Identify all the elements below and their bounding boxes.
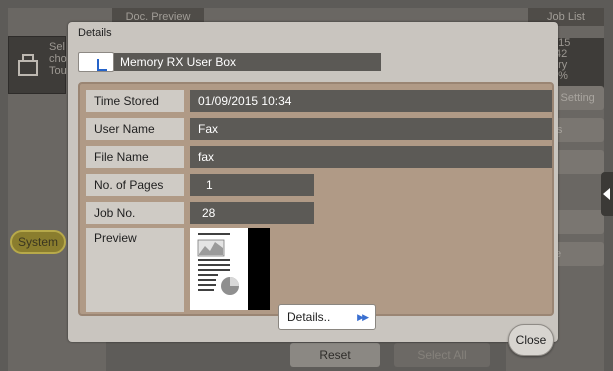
message-area: Sel cho Tou <box>8 36 67 94</box>
message-line: Sel <box>49 41 65 53</box>
user-box-icon <box>18 54 38 76</box>
box-name-field: Memory RX User Box <box>114 53 381 71</box>
select-all-button[interactable]: Select All <box>394 343 490 367</box>
pages-label: No. of Pages <box>86 174 184 196</box>
time-stored-label: Time Stored <box>86 90 184 112</box>
job-no-label: Job No. <box>86 202 184 224</box>
document-thumbnail-graphic <box>197 233 239 295</box>
message-line: Tou <box>49 65 67 77</box>
message-text: Sel cho Tou <box>49 41 67 77</box>
user-name-label: User Name <box>86 118 184 140</box>
user-box-icon <box>78 52 114 72</box>
forward-arrow-icon: ▶▶ <box>357 312 369 322</box>
user-name-value: Fax <box>190 118 552 140</box>
file-name-value: fax <box>190 146 552 168</box>
document-thumbnail <box>190 228 270 310</box>
thumbnail-black-edge <box>248 228 270 310</box>
details-dialog: Details Memory RX User Box Time Stored 0… <box>68 22 558 342</box>
close-button[interactable]: Close <box>508 324 554 356</box>
file-name-label: File Name <box>86 146 184 168</box>
pages-value: 1 <box>190 174 314 196</box>
dialog-title: Details <box>78 27 112 39</box>
screen: Doc. Preview Job List Sel cho Tou 015 :4… <box>0 0 613 371</box>
system-button[interactable]: System <box>10 230 66 254</box>
collapse-arrow-icon[interactable] <box>601 172 613 216</box>
job-no-value: 28 <box>190 202 314 224</box>
preview-label: Preview <box>86 228 184 312</box>
details-button-label: Details.. <box>287 310 331 324</box>
reset-button[interactable]: Reset <box>290 343 380 367</box>
time-stored-value: 01/09/2015 10:34 <box>190 90 552 112</box>
message-line: cho <box>49 53 67 65</box>
info-panel: Time Stored 01/09/2015 10:34 User Name F… <box>78 82 554 330</box>
details-button[interactable]: Details.. ▶▶ <box>278 304 376 330</box>
